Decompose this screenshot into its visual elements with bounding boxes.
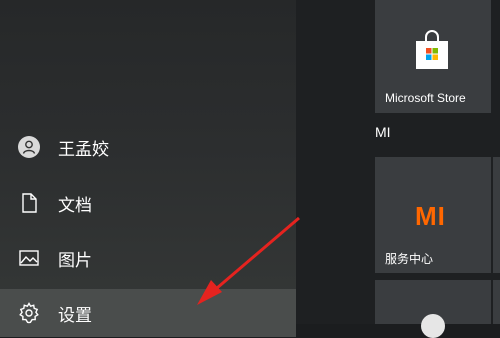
store-icon xyxy=(415,30,449,70)
nav-item-settings[interactable]: 设置 xyxy=(0,289,296,337)
group-header-mi: MI xyxy=(375,124,391,140)
gear-icon xyxy=(17,301,41,325)
edge-tile-bottom[interactable] xyxy=(493,280,500,324)
nav-item-documents[interactable]: 文档 xyxy=(0,179,296,227)
service-center-tile[interactable]: MI 服务中心 xyxy=(375,157,491,273)
nav-item-pictures[interactable]: 图片 xyxy=(0,234,296,282)
nav-label-documents: 文档 xyxy=(58,195,92,216)
nav-label-settings: 设置 xyxy=(58,305,92,326)
document-icon xyxy=(17,191,41,215)
partial-tile[interactable] xyxy=(375,280,491,338)
microsoft-store-tile[interactable]: Microsoft Store xyxy=(375,0,491,113)
user-icon xyxy=(17,135,41,159)
store-tile-label: Microsoft Store xyxy=(385,91,466,105)
edge-tile-top[interactable] xyxy=(493,157,500,273)
circle-icon xyxy=(421,314,445,338)
picture-icon xyxy=(17,246,41,270)
nav-label-pictures: 图片 xyxy=(58,250,92,271)
nav-label-user: 王孟姣 xyxy=(58,139,109,160)
nav-item-user[interactable]: 王孟姣 xyxy=(0,123,296,171)
mi-logo-icon: MI xyxy=(415,201,446,231)
service-tile-label: 服务中心 xyxy=(385,252,434,266)
